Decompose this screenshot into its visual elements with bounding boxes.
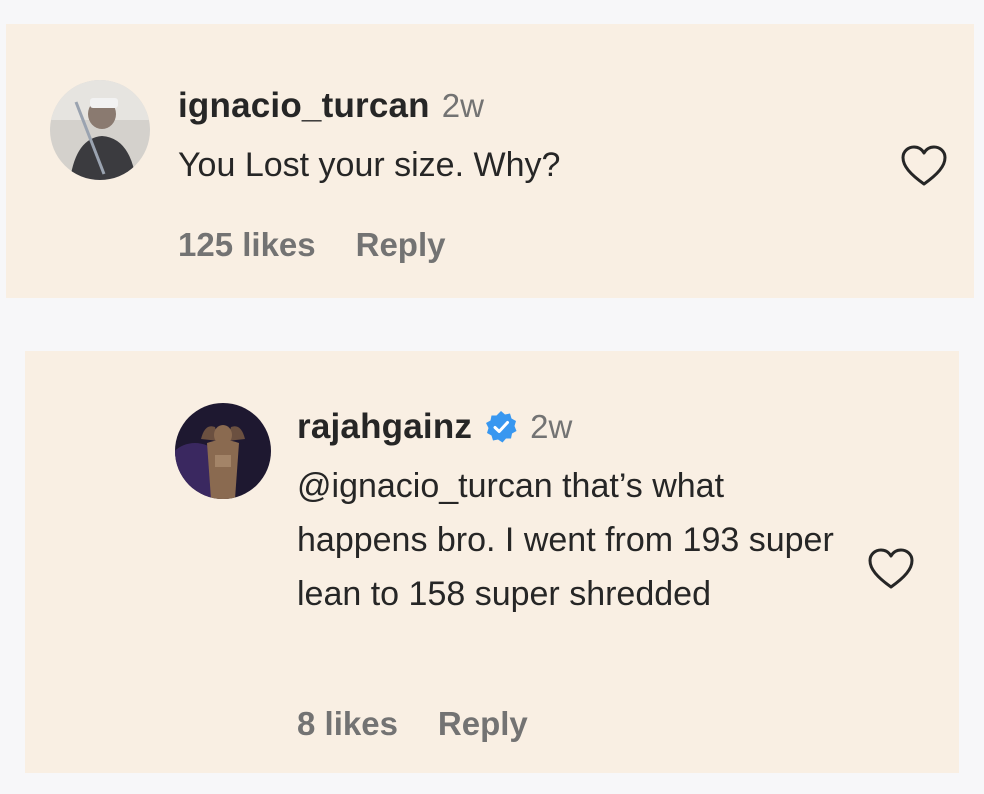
reply-actions: 8 likes Reply [297, 705, 528, 743]
profile-photo-icon [50, 80, 150, 180]
reply-button[interactable]: Reply [438, 705, 528, 743]
likes-count[interactable]: 8 likes [297, 705, 398, 743]
avatar[interactable] [50, 80, 150, 180]
comment-text: You Lost your size. Why? [178, 146, 561, 184]
heart-outline-icon[interactable] [900, 144, 948, 188]
comment-actions: 125 likes Reply [178, 226, 446, 264]
username[interactable]: rajahgainz [297, 407, 472, 447]
verified-badge-icon [484, 410, 518, 444]
comment-card: ignacio_turcan 2w You Lost your size. Wh… [6, 24, 974, 298]
comment-header: ignacio_turcan 2w [178, 86, 484, 126]
likes-count[interactable]: 125 likes [178, 226, 316, 264]
reply-card: rajahgainz 2w @ignacio_turcan that’s wha… [25, 351, 959, 773]
username[interactable]: ignacio_turcan [178, 86, 430, 126]
profile-photo-icon [175, 403, 271, 499]
timestamp: 2w [441, 87, 484, 124]
reply-text: @ignacio_turcan that’s what happens bro.… [297, 467, 834, 613]
reply-header: rajahgainz 2w [297, 407, 572, 447]
avatar[interactable] [175, 403, 271, 499]
reply-button[interactable]: Reply [356, 226, 446, 264]
heart-outline-icon[interactable] [867, 547, 915, 591]
timestamp: 2w [530, 408, 573, 445]
